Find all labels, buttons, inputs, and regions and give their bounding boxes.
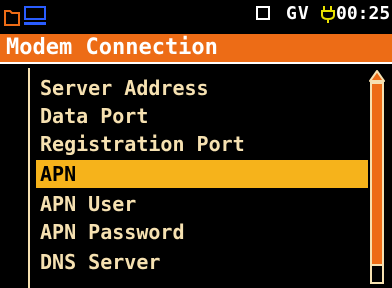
power-plug-icon	[320, 4, 336, 28]
page-title: Modem Connection	[6, 35, 218, 60]
menu-item-apn-password[interactable]: APN Password	[36, 218, 368, 246]
menu-list: Server Address Data Port Registration Po…	[0, 64, 392, 288]
menu-item-registration-port[interactable]: Registration Port	[36, 130, 368, 158]
scrollbar-track[interactable]	[370, 82, 384, 278]
menu-item-dns-server[interactable]: DNS Server	[36, 248, 368, 276]
status-bar: GV 00:25	[0, 0, 392, 30]
scrollbar-thumb[interactable]	[370, 264, 384, 284]
menu-item-data-port[interactable]: Data Port	[36, 102, 368, 130]
menu-item-server-address[interactable]: Server Address	[36, 74, 368, 102]
menu-item-apn[interactable]: APN	[36, 160, 368, 188]
monitor-icon	[24, 6, 46, 30]
title-bar: Modem Connection	[0, 34, 392, 64]
folder-icon	[4, 8, 20, 30]
menu-item-apn-user[interactable]: APN User	[36, 190, 368, 218]
mode-indicator: GV	[286, 3, 310, 24]
empty-square-icon	[256, 6, 270, 20]
device-screen: GV 00:25 Modem Connection Server Address…	[0, 0, 392, 288]
clock-time: 00:25	[336, 3, 391, 24]
